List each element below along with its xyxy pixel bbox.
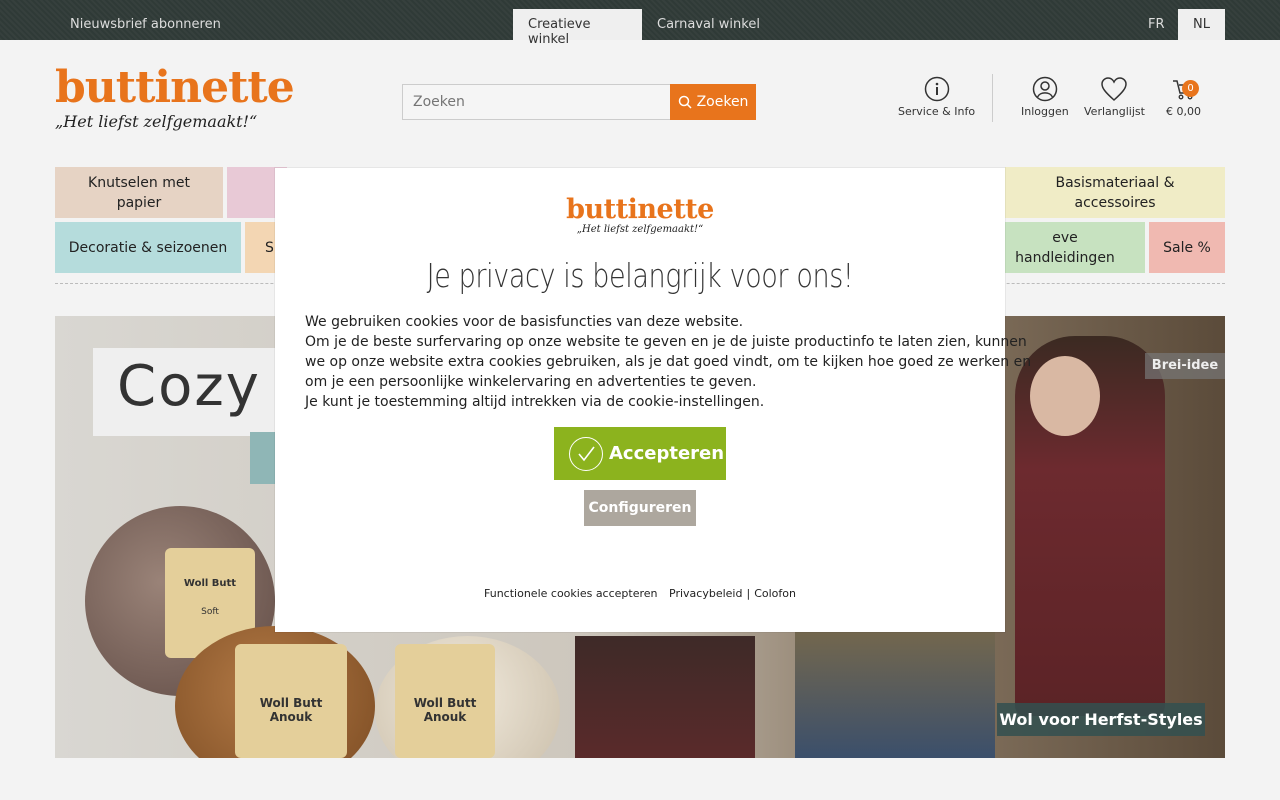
login-label: Inloggen (1021, 105, 1069, 118)
modal-title: Je privacy is belangrijk voor ons! (426, 256, 854, 295)
language-nl[interactable]: NL (1178, 9, 1225, 40)
modal-body-line: Om je de beste surfervaring op onze webs… (305, 334, 1027, 350)
cart-total: € 0,00 (1166, 105, 1201, 118)
heart-icon (1101, 77, 1128, 102)
wishlist-label: Verlanglijst (1084, 105, 1145, 118)
modal-body-line: Je kunt je toestemming altijd intrekken … (305, 394, 765, 410)
yarn-label-brand: Woll Butt (413, 696, 477, 710)
accept-button[interactable]: Accepteren (554, 427, 726, 480)
herfst-styles-badge[interactable]: Wol voor Herfst-Styles (997, 703, 1205, 736)
yarn-label: Woll Butt Anouk (235, 644, 347, 758)
site-logo[interactable]: buttinette „Het liefst zelfgemaakt!“ (55, 62, 295, 132)
tab-carnival-shop[interactable]: Carnaval winkel (642, 9, 775, 40)
search-button[interactable]: Zoeken (670, 84, 756, 120)
modal-body-line: we op onze website extra cookies gebruik… (305, 354, 1032, 370)
service-info-link[interactable]: Service & Info (898, 76, 975, 118)
category-label: Sale % (1163, 239, 1211, 256)
category-handleidingen[interactable]: eve handleidingen (1005, 222, 1145, 273)
category-label: Decoratie & seizoenen (68, 239, 228, 256)
logo-wordmark: buttinette (55, 62, 295, 113)
search-icon (678, 95, 692, 109)
top-bar: Nieuwsbrief abonneren Creatieve winkel C… (0, 0, 1280, 47)
tab-creative-shop[interactable]: Creatieve winkel (513, 9, 642, 47)
category-label: eve handleidingen (1015, 229, 1115, 266)
cart-count-badge: 0 (1182, 80, 1199, 97)
modal-logo-tagline: „Het liefst zelfgemaakt!“ (576, 224, 704, 235)
service-info-label: Service & Info (898, 105, 976, 118)
category-label: Knutselen met papier (88, 174, 190, 211)
user-icon (1032, 76, 1058, 102)
yarn-label-brand: Woll Butt (259, 696, 323, 710)
check-icon (569, 436, 603, 471)
configure-button[interactable]: Configureren (584, 490, 696, 526)
logo-tagline: „Het liefst zelfgemaakt!“ (55, 112, 258, 131)
modal-body-line: om je een persoonlijke winkelervaring en… (305, 374, 757, 390)
modal-body-line: We gebruiken cookies voor de basisfuncti… (305, 314, 744, 330)
cookie-consent-modal: buttinette „Het liefst zelfgemaakt!“ Je … (275, 168, 1032, 632)
login-link[interactable]: Inloggen (1021, 76, 1069, 118)
yarn-label-name: Soft (201, 607, 219, 617)
search-input[interactable] (402, 84, 671, 120)
yarn-label-brand: Woll Butt (183, 578, 237, 589)
language-fr[interactable]: FR (1148, 17, 1165, 32)
modal-footer-links: Functionele cookies accepteren Privacybe… (275, 587, 1005, 600)
brei-idee-badge: Brei-idee (1145, 353, 1225, 379)
colophon-link[interactable]: Colofon (754, 587, 796, 600)
accept-button-label: Accepteren (609, 443, 725, 464)
yarn-label-name: Anouk (269, 710, 313, 724)
hero-person-middle (795, 616, 995, 758)
functional-cookies-link[interactable]: Functionele cookies accepteren (484, 587, 658, 600)
category-basismateriaal[interactable]: Basismateriaal & accessoires (1005, 167, 1225, 218)
category-sale[interactable]: Sale % (1149, 222, 1225, 273)
privacy-policy-link[interactable]: Privacybeleid (669, 587, 742, 600)
category-decoratie[interactable]: Decoratie & seizoenen (55, 222, 241, 273)
newsletter-link[interactable]: Nieuwsbrief abonneren (70, 17, 221, 32)
hero-face (1030, 356, 1100, 436)
category-papier[interactable]: Knutselen met papier (55, 167, 223, 218)
modal-body: We gebruiken cookies voor de basisfuncti… (305, 312, 1032, 412)
search-button-label: Zoeken (696, 94, 749, 110)
yarn-label-name: Anouk (423, 710, 467, 724)
category-label: Basismateriaal & accessoires (1055, 174, 1175, 211)
hero-person-left (575, 636, 755, 758)
wishlist-link[interactable]: Verlanglijst (1084, 76, 1145, 118)
yarn-label: Woll Butt Anouk (395, 644, 495, 758)
modal-logo-wordmark: buttinette (566, 194, 714, 225)
modal-logo: buttinette „Het liefst zelfgemaakt!“ (549, 194, 731, 236)
link-separator: | (746, 587, 751, 600)
info-icon (924, 76, 949, 102)
header-divider (992, 74, 993, 122)
